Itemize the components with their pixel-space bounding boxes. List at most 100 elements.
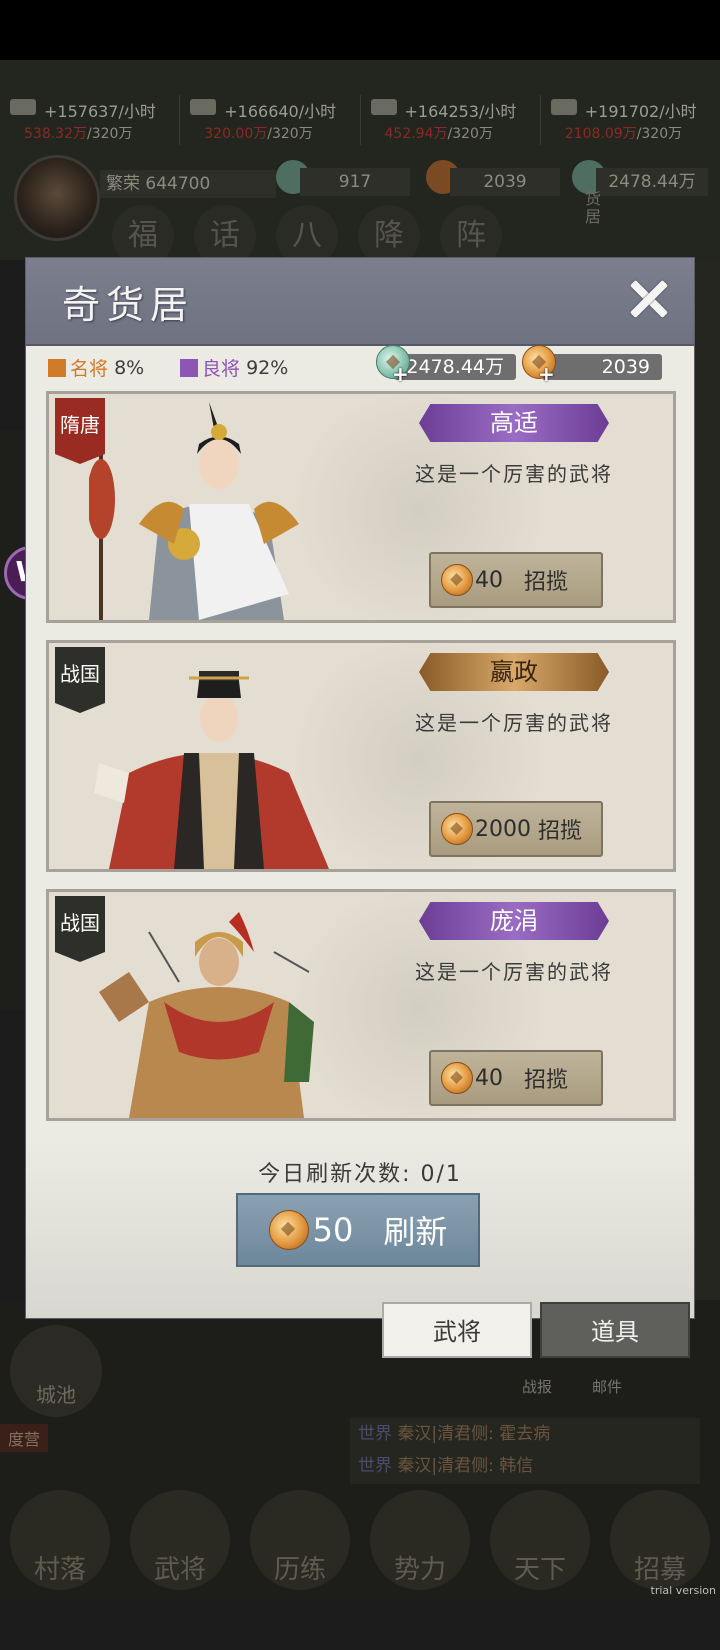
resource-current: 452.94万 [384, 126, 448, 142]
general-description: 这是一个厉害的武将 [415, 711, 613, 735]
refresh-button[interactable]: 50 刷新 [236, 1193, 480, 1267]
general-description: 这是一个厉害的武将 [415, 462, 613, 486]
resource-max: /320万 [447, 126, 493, 142]
chat-text: 秦汉|清君侧: 韩信 [397, 1456, 534, 1476]
resource-capacity: 320.00万/320万 [204, 123, 312, 143]
resource-rate: +166640/小时 [224, 102, 337, 121]
era-badge: 战国 [55, 896, 105, 962]
famous-color-swatch [48, 358, 66, 377]
coin-hole [450, 1071, 463, 1084]
bottom-nav: 村落 武将 历练 势力 天下 招募 [0, 1490, 720, 1601]
jade-amount: 2478.44万 [394, 354, 516, 380]
background-side-label: 货居 [585, 189, 602, 226]
battle-report-link: 战报 [522, 1378, 553, 1396]
resource-rate: +164253/小时 [404, 102, 517, 121]
nav-recruit: 招募 [610, 1490, 710, 1590]
general-card: 战国 庞涓 这是一个厉害的武将 40 招揽 [46, 889, 676, 1121]
gold-amount: 2039 [542, 354, 662, 380]
recruit-price: 40 [475, 567, 503, 593]
chat-channel: 世界 [358, 1424, 392, 1444]
nav-training: 历练 [250, 1490, 350, 1590]
resource-current: 538.32万 [24, 126, 87, 142]
rate-famous: 名将 8% [48, 354, 144, 381]
resource-icon [10, 99, 36, 115]
resource-2: +166640/小时 320.00万/320万 [180, 95, 361, 145]
resource-max: /320万 [267, 126, 313, 142]
mail-link: 邮件 [592, 1378, 623, 1396]
recruit-button[interactable]: 40 招揽 [429, 1050, 603, 1106]
player-avatar [14, 155, 100, 241]
dialog-title: 奇货居 [62, 283, 195, 327]
chat-text: 秦汉|清君侧: 霍去病 [397, 1424, 551, 1444]
general-portrait [94, 671, 329, 869]
chat-line: 世界 秦汉|清君侧: 霍去病 [350, 1418, 700, 1450]
general-portrait [89, 402, 299, 620]
close-button[interactable] [624, 274, 674, 324]
recruit-label: 招揽 [523, 570, 568, 595]
add-gold-icon[interactable]: + [538, 362, 555, 386]
resource-icon [190, 99, 217, 115]
rate-good: 良将 92% [180, 354, 288, 381]
nav-faction: 势力 [370, 1490, 470, 1590]
add-jade-icon[interactable]: + [392, 362, 409, 386]
refresh-cost-value: 50 [312, 1211, 354, 1249]
resource-icon [550, 99, 577, 115]
resource-max: /320万 [87, 126, 133, 142]
prosperity-label: 繁荣 644700 [100, 170, 276, 198]
background-currency-1: 917 [300, 168, 410, 196]
background-currency-3: 2478.44万 [596, 168, 708, 196]
general-name: 庞涓 [419, 902, 609, 940]
rate-value: 8% [114, 356, 145, 379]
gold-coin-icon [441, 1062, 473, 1094]
nav-generals: 武将 [130, 1490, 230, 1590]
gold-coin-icon [441, 564, 473, 596]
rate-value: 92% [246, 356, 289, 379]
resource-current: 2108.09万 [564, 126, 637, 142]
trial-watermark: trial version [650, 1584, 716, 1597]
status-bar [0, 0, 720, 60]
resource-capacity: 2108.09万/320万 [565, 123, 682, 143]
tab-generals[interactable]: 武将 [382, 1302, 532, 1358]
resource-4: +191702/小时 2108.09万/320万 [541, 95, 720, 145]
resource-current: 320.00万 [204, 126, 268, 142]
background-right-strip [692, 260, 720, 1300]
recruit-price: 40 [475, 1065, 503, 1091]
recruit-button[interactable]: 40 招揽 [429, 552, 603, 608]
refresh-cost: 50 [268, 1210, 354, 1250]
coin-hole [450, 822, 463, 835]
city-button: 城池 [10, 1325, 102, 1417]
gold-coin-icon [441, 813, 473, 845]
resource-capacity: 538.32万/320万 [24, 123, 132, 143]
general-name: 嬴政 [419, 653, 609, 691]
dialog-header: 奇货居 [26, 258, 694, 346]
chat-channel: 世界 [358, 1456, 392, 1476]
background-currency-2: 2039 [450, 168, 560, 196]
rate-label: 名将 [70, 358, 109, 380]
general-card: 战国 嬴政 这是一个厉害的武将 2000 招揽 [46, 640, 676, 872]
chat-panel: 世界 秦汉|清君侧: 霍去病 世界 秦汉|清君侧: 韩信 [350, 1418, 700, 1484]
gold-coin-icon [268, 1210, 309, 1250]
resource-icon [370, 99, 397, 115]
resource-capacity: 452.94万/320万 [385, 123, 493, 143]
general-portrait [99, 912, 314, 1118]
resource-3: +164253/小时 452.94万/320万 [361, 95, 541, 145]
era-badge: 战国 [55, 647, 105, 713]
rate-label: 良将 [202, 358, 241, 380]
shop-dialog: 奇货居 名将 8% 良将 92% 2478.44万 + 2039 + 隋唐 高适… [25, 257, 695, 1319]
recruit-label: 招揽 [538, 819, 583, 844]
coin-hole [450, 573, 463, 586]
resource-rate: +157637/小时 [44, 102, 156, 121]
camp-label: 度营 [0, 1424, 49, 1452]
refresh-label: 刷新 [383, 1213, 448, 1251]
nav-world: 天下 [490, 1490, 590, 1590]
recruit-label: 招揽 [523, 1068, 568, 1093]
nav-village: 村落 [10, 1490, 110, 1590]
resource-max: /320万 [636, 126, 683, 142]
resource-1: +157637/小时 538.32万/320万 [0, 95, 181, 145]
recruit-price: 2000 [475, 816, 531, 842]
general-description: 这是一个厉害的武将 [415, 960, 613, 984]
refresh-count-label: 今日刷新次数: 0/1 [258, 1162, 462, 1187]
chat-line: 世界 秦汉|清君侧: 韩信 [350, 1450, 700, 1482]
tab-items[interactable]: 道具 [540, 1302, 690, 1358]
recruit-button[interactable]: 2000 招揽 [429, 801, 603, 857]
